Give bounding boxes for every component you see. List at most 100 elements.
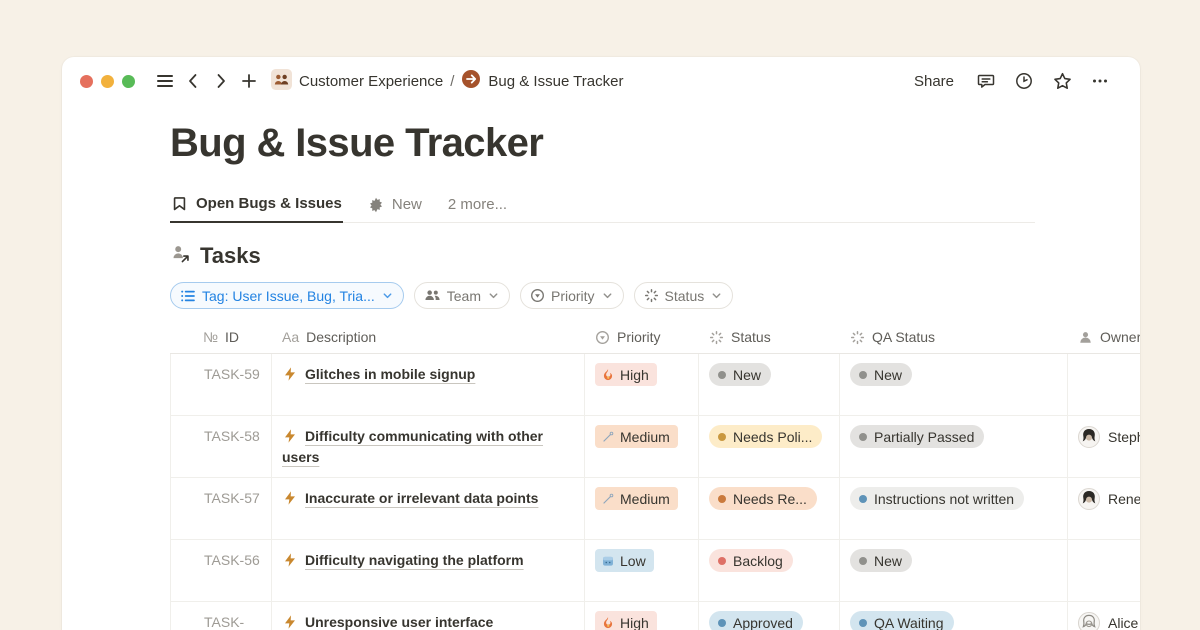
favorite-star-icon[interactable] (1048, 67, 1076, 95)
comments-icon[interactable] (972, 67, 1000, 95)
bookmark-icon (171, 195, 188, 212)
window-controls (80, 75, 135, 88)
status-pill-cell[interactable]: Backlog (699, 540, 840, 601)
new-page-icon[interactable] (235, 67, 263, 95)
qa-status-pill[interactable]: New (850, 363, 912, 386)
owner-cell[interactable]: Alice (1068, 602, 1140, 630)
priority-label: Low (620, 553, 646, 569)
qa-status-pill-cell[interactable]: New (840, 540, 1068, 601)
breadcrumb-page[interactable]: Bug & Issue Tracker (488, 73, 623, 90)
column-header-priority[interactable]: Priority (585, 329, 699, 345)
chevron-down-icon (488, 290, 499, 301)
task-link[interactable]: Glitches in mobile signup (305, 366, 475, 382)
qa-status-pill[interactable]: New (850, 549, 912, 572)
back-icon[interactable] (179, 67, 207, 95)
filter-chip-priority[interactable]: Priority (520, 282, 624, 309)
owner-cell[interactable] (1068, 540, 1140, 601)
status-pill[interactable]: New (709, 363, 771, 386)
filter-chip-status[interactable]: Status (634, 282, 734, 309)
task-description-cell[interactable]: Difficulty navigating the platform (272, 540, 585, 601)
status-pill-cell[interactable]: Approved (699, 602, 840, 630)
owner-avatar (1078, 612, 1100, 630)
priority-label: Medium (620, 429, 670, 445)
column-header-status[interactable]: Status (699, 329, 840, 345)
table-row[interactable]: TASK-57 Inaccurate or irrelevant data poi… (170, 478, 1140, 540)
status-pill[interactable]: Approved (709, 611, 803, 630)
filter-chip-team[interactable]: Team (414, 282, 510, 309)
column-header-id[interactable]: №ID (170, 329, 272, 345)
column-header-owner[interactable]: Owner (1068, 329, 1140, 345)
task-id-cell[interactable]: TASK-59 (170, 354, 272, 415)
task-link[interactable]: Difficulty communicating with other user… (282, 428, 543, 465)
task-link[interactable]: Inaccurate or irrelevant data points (305, 490, 538, 506)
priority-cell[interactable]: Medium (585, 416, 699, 477)
column-header-qa-status[interactable]: QA Status (840, 329, 1068, 345)
status-pill[interactable]: Needs Re... (709, 487, 817, 510)
table-row[interactable]: TASK-56 Difficulty navigating the platfor… (170, 540, 1140, 602)
chevron-down-icon (382, 290, 393, 301)
priority-chip[interactable]: Medium (595, 487, 678, 510)
table-row[interactable]: TASK-59 Glitches in mobile signup High New N… (170, 354, 1140, 416)
owner-cell[interactable] (1068, 354, 1140, 415)
more-options-icon[interactable] (1086, 67, 1114, 95)
qa-status-pill-cell[interactable]: Partially Passed (840, 416, 1068, 477)
priority-chip[interactable]: High (595, 363, 657, 386)
tab-open-bugs-issues[interactable]: Open Bugs & Issues (170, 189, 343, 223)
qa-status-pill[interactable]: Partially Passed (850, 425, 984, 448)
updates-clock-icon[interactable] (1010, 67, 1038, 95)
chevron-down-icon (711, 290, 722, 301)
table-header-row: №IDAaDescription Priority StatusQA StatusO… (170, 321, 1140, 354)
column-label: Priority (617, 329, 661, 345)
task-id-cell[interactable]: TASK- (170, 602, 272, 630)
status-dot-icon (718, 619, 726, 627)
status-pill-cell[interactable]: Needs Poli... (699, 416, 840, 477)
priority-chip[interactable]: High (595, 611, 657, 630)
filter-chip-tag[interactable]: Tag: User Issue, Bug, Tria... (170, 282, 404, 309)
tab-2-more[interactable]: 2 more... (447, 190, 508, 222)
column-header-description[interactable]: AaDescription (272, 329, 585, 345)
priority-cell[interactable]: Low (585, 540, 699, 601)
status-dot-icon (718, 557, 726, 565)
share-button[interactable]: Share (906, 69, 962, 94)
breadcrumb-workspace[interactable]: Customer Experience (299, 73, 443, 90)
status-pill-cell[interactable]: New (699, 354, 840, 415)
close-window-button[interactable] (80, 75, 93, 88)
task-id-cell[interactable]: TASK-57 (170, 478, 272, 539)
priority-cell[interactable]: High (585, 354, 699, 415)
qa-status-pill[interactable]: QA Waiting (850, 611, 954, 630)
task-link[interactable]: Unresponsive user interface (305, 614, 493, 630)
task-description-cell[interactable]: Glitches in mobile signup (272, 354, 585, 415)
qa-status-pill-cell[interactable]: QA Waiting (840, 602, 1068, 630)
qa-status-pill[interactable]: Instructions not written (850, 487, 1024, 510)
priority-cell[interactable]: High (585, 602, 699, 630)
owner-avatar (1078, 488, 1100, 510)
qa-status-pill-cell[interactable]: Instructions not written (840, 478, 1068, 539)
task-link[interactable]: Difficulty navigating the platform (305, 552, 524, 568)
zoom-window-button[interactable] (122, 75, 135, 88)
menu-icon[interactable] (151, 67, 179, 95)
priority-cell[interactable]: Medium (585, 478, 699, 539)
status-label: New (874, 367, 902, 383)
status-pill-cell[interactable]: Needs Re... (699, 478, 840, 539)
owner-cell[interactable]: Rene (1068, 478, 1140, 539)
status-pill[interactable]: Backlog (709, 549, 793, 572)
owner-cell[interactable]: Steph (1068, 416, 1140, 477)
forward-icon[interactable] (207, 67, 235, 95)
task-id-cell[interactable]: TASK-58 (170, 416, 272, 477)
table-row[interactable]: TASK-58 Difficulty communicating with oth… (170, 416, 1140, 478)
task-id-cell[interactable]: TASK-56 (170, 540, 272, 601)
task-description-cell[interactable]: Inaccurate or irrelevant data points (272, 478, 585, 539)
qa-status-pill-cell[interactable]: New (840, 354, 1068, 415)
page-arrow-icon (461, 69, 481, 93)
priority-chip[interactable]: Low (595, 549, 654, 572)
minimize-window-button[interactable] (101, 75, 114, 88)
task-description-cell[interactable]: Difficulty communicating with other user… (272, 416, 585, 477)
table-row[interactable]: TASK- Unresponsive user interface High Appr… (170, 602, 1140, 630)
priority-chip[interactable]: Medium (595, 425, 678, 448)
filter-label: Team (447, 288, 481, 304)
workspace-people-icon (271, 69, 292, 94)
status-pill[interactable]: Needs Poli... (709, 425, 822, 448)
tab-new[interactable]: New (367, 190, 423, 222)
task-description-cell[interactable]: Unresponsive user interface (272, 602, 585, 630)
needle-icon (601, 430, 615, 444)
